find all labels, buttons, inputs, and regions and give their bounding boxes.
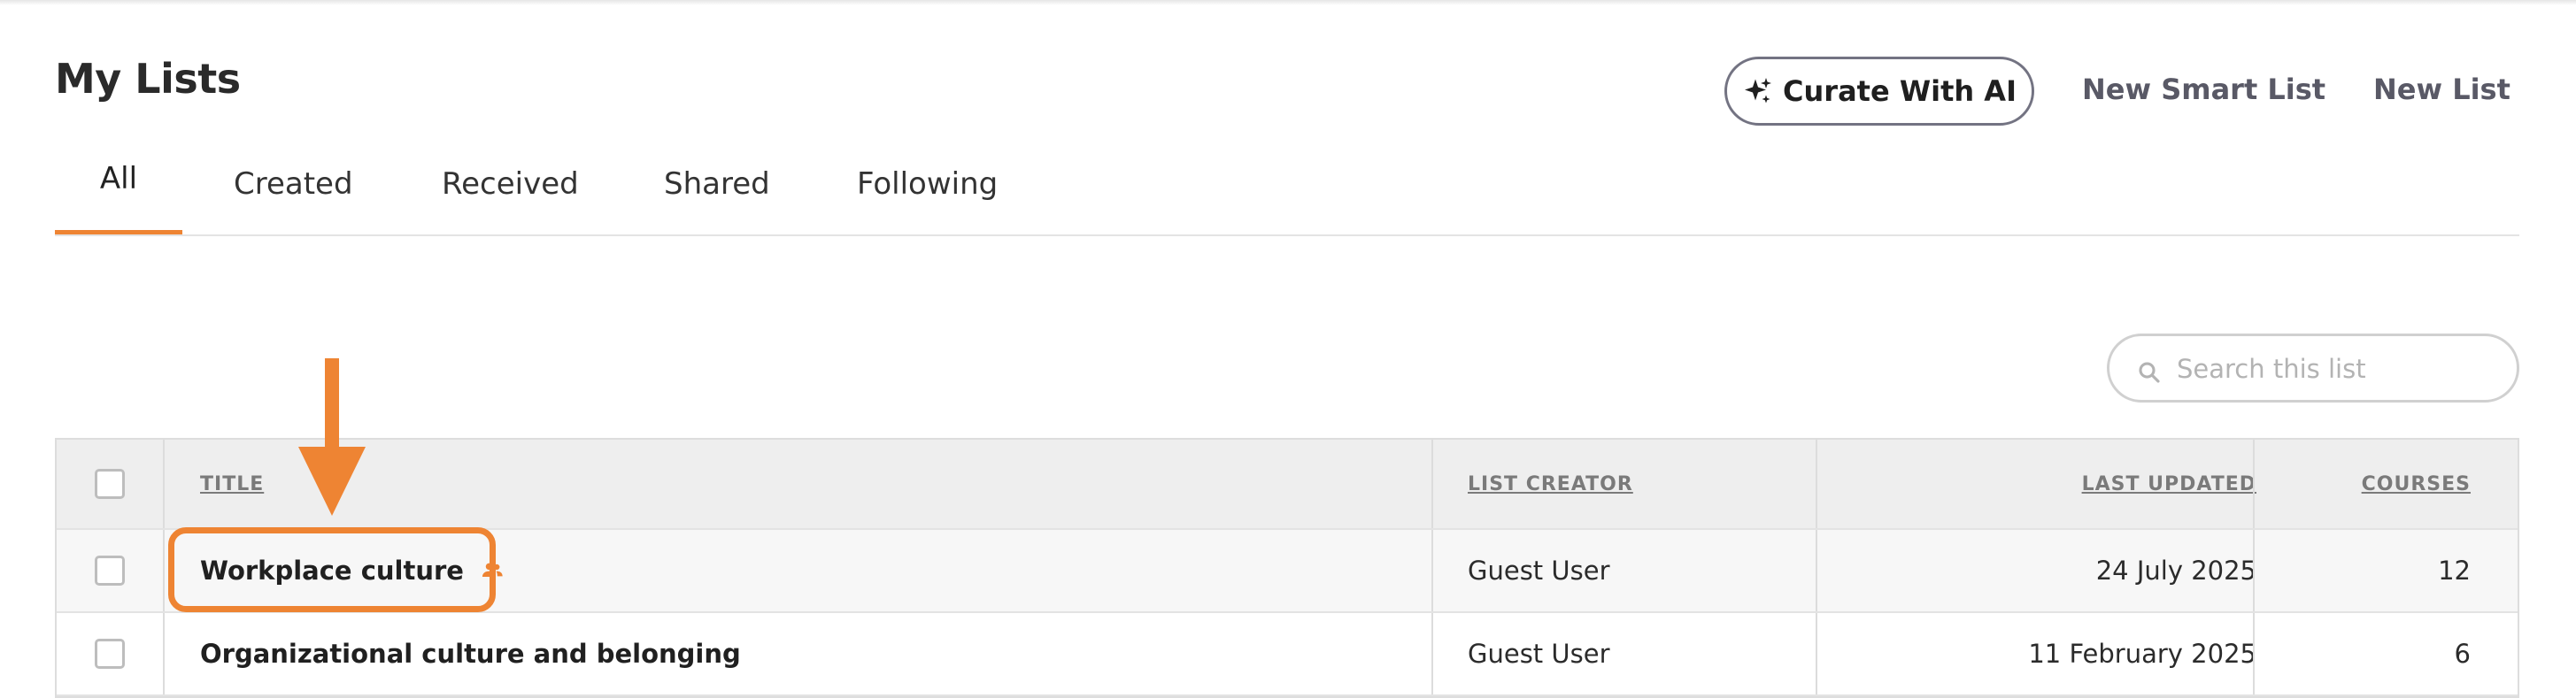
updated-column-header[interactable]: LAST UPDATED bbox=[1817, 440, 2256, 528]
search-icon bbox=[2139, 362, 2160, 383]
courses-column-header[interactable]: COURSES bbox=[2255, 440, 2471, 528]
curate-button-label: Curate With AI bbox=[1783, 74, 2017, 108]
row-select-cell bbox=[57, 613, 163, 694]
highlight-annotation-box bbox=[168, 527, 496, 612]
updated-value: 24 July 2025 bbox=[2095, 556, 2256, 586]
tab-following[interactable]: Following bbox=[857, 159, 998, 235]
tab-all[interactable]: All bbox=[55, 159, 182, 235]
title-cell: Organizational culture and belonging bbox=[200, 613, 741, 694]
select-all-checkbox[interactable] bbox=[95, 469, 125, 499]
curate-with-ai-button[interactable]: Curate With AI bbox=[1724, 57, 2034, 126]
updated-value: 11 February 2025 bbox=[2028, 639, 2256, 669]
creator-value: Guest User bbox=[1468, 556, 1610, 586]
new-list-button[interactable]: New List bbox=[2373, 73, 2510, 106]
list-title-link[interactable]: Organizational culture and belonging bbox=[200, 639, 741, 669]
updated-cell: 24 July 2025 bbox=[1817, 530, 2256, 611]
column-divider bbox=[1431, 440, 1433, 528]
tabs-divider bbox=[55, 234, 2519, 236]
select-all-cell bbox=[57, 440, 163, 528]
creator-header-label: LIST CREATOR bbox=[1468, 472, 1633, 495]
table-header-row: TITLE LIST CREATOR LAST UPDATED COURSES bbox=[57, 440, 2518, 530]
tab-shared[interactable]: Shared bbox=[664, 159, 770, 235]
courses-value: 12 bbox=[2438, 556, 2471, 586]
column-divider bbox=[163, 613, 165, 694]
tab-created[interactable]: Created bbox=[234, 159, 353, 235]
page-title: My Lists bbox=[55, 55, 241, 103]
new-smart-list-button[interactable]: New Smart List bbox=[2082, 73, 2325, 106]
list-tabs: All Created Received Shared Following bbox=[55, 159, 2519, 235]
column-divider bbox=[1431, 613, 1433, 694]
courses-value: 6 bbox=[2454, 639, 2471, 669]
creator-cell: Guest User bbox=[1468, 613, 1610, 694]
courses-header-label: COURSES bbox=[2361, 472, 2471, 495]
courses-cell: 6 bbox=[2255, 613, 2471, 694]
arrow-down-icon bbox=[298, 358, 366, 516]
title-column-header[interactable]: TITLE bbox=[200, 440, 264, 528]
title-header-label: TITLE bbox=[200, 472, 265, 495]
row-select-cell bbox=[57, 530, 163, 611]
search-field[interactable] bbox=[2107, 334, 2519, 403]
table-row[interactable]: Organizational culture and belonging Gue… bbox=[57, 613, 2518, 696]
creator-value: Guest User bbox=[1468, 639, 1610, 669]
creator-column-header[interactable]: LIST CREATOR bbox=[1468, 440, 1633, 528]
sparkle-icon bbox=[1745, 78, 1772, 104]
row-checkbox[interactable] bbox=[95, 639, 125, 669]
creator-cell: Guest User bbox=[1468, 530, 1610, 611]
column-divider bbox=[163, 530, 165, 611]
courses-cell: 12 bbox=[2255, 530, 2471, 611]
updated-header-label: LAST UPDATED bbox=[2081, 472, 2256, 495]
top-shadow bbox=[0, 0, 2576, 5]
column-divider bbox=[163, 440, 165, 528]
tab-received[interactable]: Received bbox=[442, 159, 579, 235]
row-checkbox[interactable] bbox=[95, 556, 125, 586]
column-divider bbox=[1431, 530, 1433, 611]
updated-cell: 11 February 2025 bbox=[1817, 613, 2256, 694]
search-input[interactable] bbox=[2175, 349, 2497, 389]
